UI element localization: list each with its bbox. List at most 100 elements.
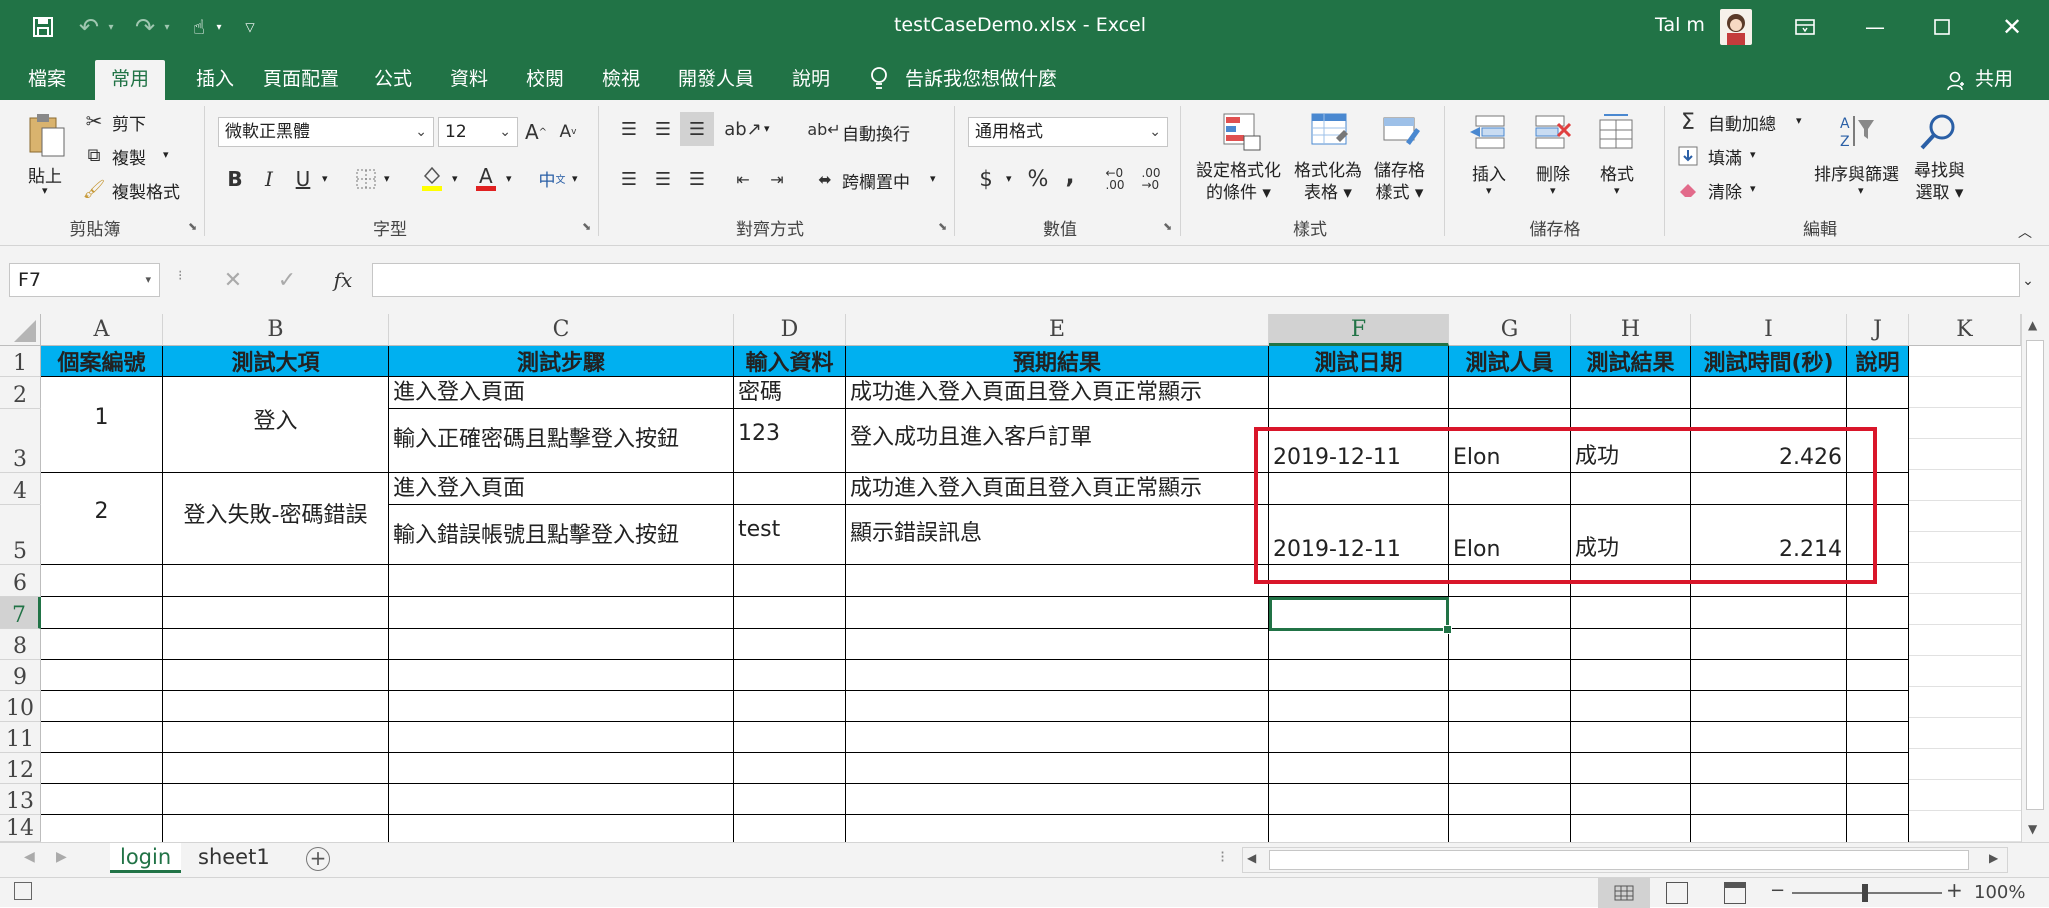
row-header-14[interactable]: 14 <box>0 815 41 842</box>
cell-c3[interactable]: 輸入正確密碼且點擊登入按鈕 <box>389 409 734 473</box>
cell-c2[interactable]: 進入登入頁面 <box>389 377 734 409</box>
header-cell-a[interactable]: 個案編號 <box>41 346 163 377</box>
cell-c14[interactable] <box>389 815 734 842</box>
format-as-table-button[interactable]: 格式化為 表格 ▾ <box>1294 160 1362 204</box>
cell-a4-merged[interactable]: 2 <box>41 473 163 565</box>
cell-c9[interactable] <box>389 660 734 691</box>
cell-c7[interactable] <box>389 597 734 629</box>
decrease-decimal-icon[interactable]: .00 →0 <box>1136 164 1166 194</box>
zoom-in-icon[interactable]: + <box>1946 878 1963 902</box>
copy-dropdown-icon[interactable]: ▾ <box>163 148 169 161</box>
normal-view-icon[interactable] <box>1598 878 1650 908</box>
tab-home[interactable]: 常用 <box>95 60 165 100</box>
cell-a6[interactable] <box>41 565 163 597</box>
cell-d12[interactable] <box>734 753 846 784</box>
cell-g14[interactable] <box>1449 815 1571 842</box>
cell-c4[interactable]: 進入登入頁面 <box>389 473 734 505</box>
cell-d3[interactable]: 123 <box>734 409 846 473</box>
tab-page-layout[interactable]: 頁面配置 <box>258 60 344 100</box>
tab-insert[interactable]: 插入 <box>180 60 250 100</box>
insert-cells-icon[interactable] <box>1466 110 1510 154</box>
cell-d8[interactable] <box>734 629 846 660</box>
cell-h14[interactable] <box>1571 815 1691 842</box>
autosum-button[interactable]: 自動加總 <box>1708 110 1776 135</box>
column-header-d[interactable]: D <box>734 314 846 346</box>
cell-i2[interactable] <box>1691 377 1847 409</box>
cell-j12[interactable] <box>1847 753 1909 784</box>
phonetic-dropdown-icon[interactable]: ▾ <box>572 172 578 185</box>
align-center-icon[interactable]: ☰ <box>648 164 678 194</box>
cell-a8[interactable] <box>41 629 163 660</box>
delete-cells-button[interactable]: 刪除 <box>1536 160 1570 185</box>
fill-color-dropdown-icon[interactable]: ▾ <box>452 172 458 185</box>
row-header-7[interactable]: 7 <box>0 597 41 629</box>
sort-filter-icon[interactable]: AZ <box>1836 110 1880 154</box>
cell-d7[interactable] <box>734 597 846 629</box>
italic-button[interactable]: I <box>256 164 282 194</box>
column-header-f[interactable]: F <box>1269 314 1449 346</box>
autosum-icon[interactable]: Σ <box>1676 108 1700 136</box>
cell-f14[interactable] <box>1269 815 1449 842</box>
cell-d6[interactable] <box>734 565 846 597</box>
conditional-formatting-button[interactable]: 設定格式化 的條件 ▾ <box>1196 160 1281 204</box>
page-break-view-icon[interactable] <box>1724 882 1746 904</box>
save-icon[interactable] <box>28 14 58 40</box>
avatar[interactable] <box>1720 9 1752 45</box>
borders-icon[interactable] <box>352 164 380 194</box>
cancel-entry-icon[interactable]: ✕ <box>220 266 246 294</box>
cell-d11[interactable] <box>734 722 846 753</box>
share-button[interactable]: 共用 <box>1964 60 2024 100</box>
prev-sheet-icon[interactable]: ◀ <box>24 849 35 865</box>
phonetic-icon[interactable]: 中文 <box>536 162 568 194</box>
tab-file[interactable]: 檔案 <box>18 60 76 100</box>
cell-a13[interactable] <box>41 784 163 815</box>
redo-icon[interactable]: ↷ <box>130 12 160 42</box>
zoom-level[interactable]: 100% <box>1974 882 2025 903</box>
zoom-slider-thumb[interactable] <box>1862 884 1868 902</box>
increase-font-icon[interactable]: A ^ <box>524 118 548 146</box>
cell-j13[interactable] <box>1847 784 1909 815</box>
macro-record-icon[interactable] <box>14 882 32 900</box>
touch-mode-icon[interactable]: ☝ <box>184 12 214 42</box>
alignment-launcher-icon[interactable]: ⬊ <box>938 220 947 233</box>
cell-e2[interactable]: 成功進入登入頁面且登入頁正常顯示 <box>846 377 1269 409</box>
cell-g2[interactable] <box>1449 377 1571 409</box>
cell-e10[interactable] <box>846 691 1269 722</box>
cell-b2-merged[interactable]: 登入 <box>163 377 389 473</box>
insert-dropdown-icon[interactable]: ▾ <box>1486 184 1492 197</box>
fill-dropdown-icon[interactable]: ▾ <box>1750 148 1756 161</box>
underline-button[interactable]: U <box>290 164 316 194</box>
row-header-1[interactable]: 1 <box>0 346 41 377</box>
active-cell-f7[interactable] <box>1269 597 1452 634</box>
copy-icon[interactable]: ⧉ <box>82 142 106 168</box>
ribbon-display-options-icon[interactable] <box>1790 12 1820 42</box>
h-scroll-thumb[interactable] <box>1269 850 1969 870</box>
minimize-icon[interactable]: — <box>1860 12 1890 42</box>
cell-e9[interactable] <box>846 660 1269 691</box>
cell-g8[interactable] <box>1449 629 1571 660</box>
user-name[interactable]: Tal m <box>1655 14 1705 36</box>
undo-dropdown-icon[interactable]: ▾ <box>104 14 118 40</box>
cell-i7[interactable] <box>1691 597 1847 629</box>
font-size-combo[interactable]: 12 ⌄ <box>438 117 518 147</box>
cell-f9[interactable] <box>1269 660 1449 691</box>
cell-c6[interactable] <box>389 565 734 597</box>
autosum-dropdown-icon[interactable]: ▾ <box>1796 114 1802 127</box>
merge-dropdown-icon[interactable]: ▾ <box>930 172 936 185</box>
header-cell-d[interactable]: 輸入資料 <box>734 346 846 377</box>
cut-button[interactable]: 剪下 <box>112 110 146 135</box>
cell-a10[interactable] <box>41 691 163 722</box>
font-name-combo[interactable]: 微軟正黑體 ⌄ <box>218 117 434 147</box>
currency-dropdown-icon[interactable]: ▾ <box>1006 172 1012 185</box>
cell-d14[interactable] <box>734 815 846 842</box>
fill-button[interactable]: 填滿 <box>1708 144 1742 169</box>
fill-icon[interactable] <box>1676 142 1700 170</box>
decrease-font-icon[interactable]: Av <box>556 118 580 146</box>
name-box-dropdown-icon[interactable]: ▾ <box>145 264 151 296</box>
column-header-c[interactable]: C <box>389 314 734 346</box>
redo-dropdown-icon[interactable]: ▾ <box>160 14 174 40</box>
cell-h2[interactable] <box>1571 377 1691 409</box>
cell-g10[interactable] <box>1449 691 1571 722</box>
insert-function-icon[interactable]: fx <box>328 266 358 294</box>
close-icon[interactable]: ✕ <box>1995 10 2029 44</box>
